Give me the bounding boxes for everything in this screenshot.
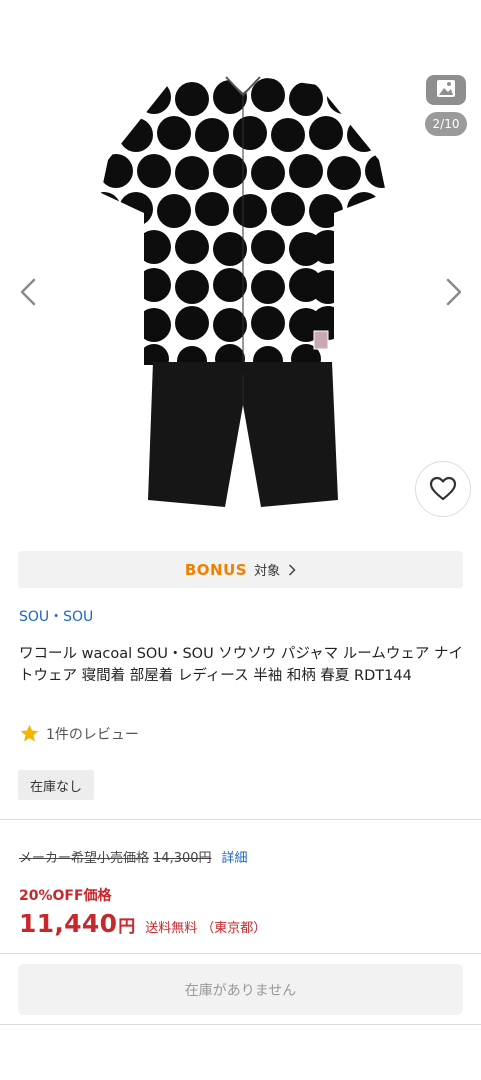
bonus-banner[interactable]: BONUS 対象 bbox=[18, 551, 463, 588]
chevron-right-icon[interactable] bbox=[438, 275, 468, 309]
bonus-target-label: 対象 bbox=[254, 564, 281, 579]
price-detail-link[interactable]: 詳細 bbox=[222, 847, 248, 866]
review-count: 1件のレビュー bbox=[46, 726, 139, 743]
product-image[interactable] bbox=[96, 75, 391, 515]
price-row: 11,440 円 送料無料 （東京都） bbox=[19, 909, 266, 938]
favorite-button[interactable] bbox=[415, 461, 471, 517]
image-counter: 2/10 bbox=[425, 112, 467, 136]
price-unit: 円 bbox=[118, 917, 136, 937]
chevron-right-icon bbox=[289, 563, 296, 576]
msrp-row: メーカー希望小売価格 14,300円 詳細 bbox=[19, 847, 248, 866]
bonus-logo: BONUS bbox=[184, 560, 248, 579]
heart-icon bbox=[429, 476, 457, 501]
stock-status-badge: 在庫なし bbox=[18, 770, 94, 800]
divider bbox=[0, 819, 481, 820]
image-gallery-icon[interactable] bbox=[424, 75, 468, 107]
shipping-area: （東京都） bbox=[201, 921, 267, 936]
divider bbox=[0, 953, 481, 954]
product-title: ワコール wacoal SOU・SOU ソウソウ パジャマ ルームウェア ナイト… bbox=[19, 646, 463, 684]
chevron-left-icon[interactable] bbox=[14, 275, 44, 309]
review-summary[interactable]: 1件のレビュー bbox=[19, 723, 139, 744]
discount-label: 20%OFF価格 bbox=[19, 888, 112, 904]
free-shipping-label: 送料無料 bbox=[145, 921, 198, 936]
divider bbox=[0, 1024, 481, 1025]
add-to-cart-button[interactable]: 在庫がありません bbox=[18, 964, 463, 1015]
msrp-price: 14,300円 bbox=[153, 851, 212, 866]
star-icon bbox=[20, 724, 39, 742]
product-image-gallery[interactable]: 2/10 bbox=[0, 0, 481, 535]
msrp-label: メーカー希望小売価格 bbox=[19, 851, 150, 866]
brand-link[interactable]: SOU・SOU bbox=[19, 606, 93, 626]
sale-price: 11,440 bbox=[19, 909, 118, 938]
